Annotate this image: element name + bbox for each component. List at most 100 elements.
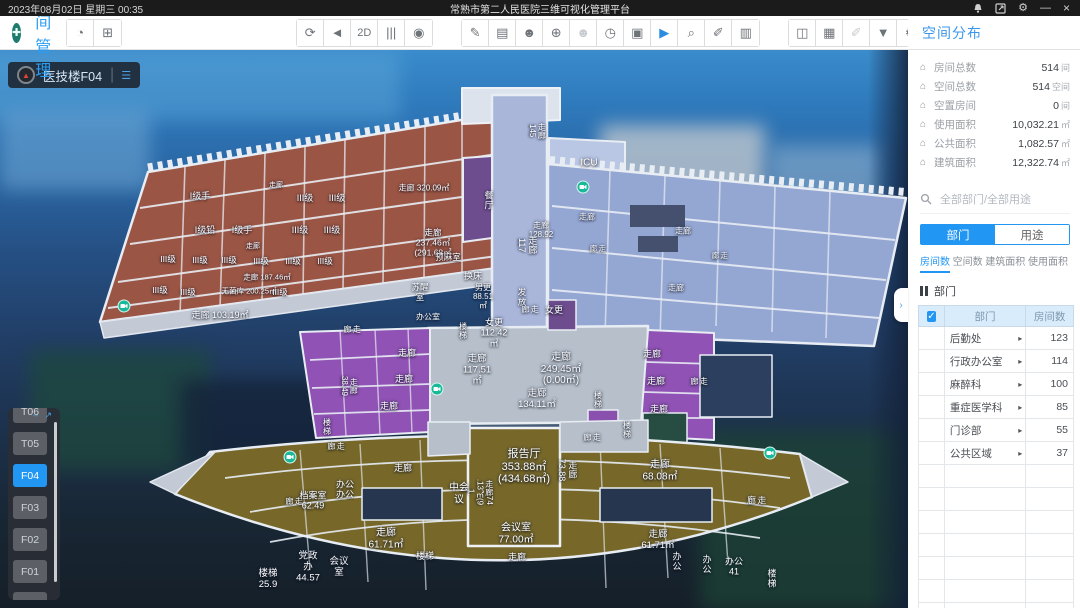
section-header: 部门 <box>920 283 1068 299</box>
camera-marker[interactable] <box>431 383 444 396</box>
search-tool-icon[interactable]: ⌕ <box>678 20 705 46</box>
camera-marker[interactable] <box>284 451 297 464</box>
toolbar: ⟳◄2D|||◉✎▤☻⊕☻◷▣▶⌕✐▥◫▦✐▼⚙ <box>282 19 925 47</box>
compass-icon: ▲ <box>17 66 35 84</box>
select-all-checkbox[interactable]: ✓ <box>927 311 935 322</box>
expand-arrow-icon[interactable]: ▸ <box>1018 357 1022 366</box>
table-row[interactable]: 麻醉科▸100 <box>919 373 1074 396</box>
table-row[interactable]: 行政办公室▸114 <box>919 350 1074 373</box>
select-arrow-icon[interactable]: ◄ <box>324 20 351 46</box>
close-icon[interactable]: × <box>1063 0 1070 16</box>
subtab-建筑面积[interactable]: 建筑面积 <box>985 253 1025 273</box>
scene-3d[interactable]: I级手III级III级走廊走廊 320.09㎡I级铅I级手III级III级走廊I… <box>0 50 908 608</box>
image-flag-icon[interactable]: ▣ <box>624 20 651 46</box>
dept-cell: 麻醉科▸ <box>944 373 1025 396</box>
minimize-icon[interactable]: — <box>1040 0 1051 16</box>
pie-chart-icon[interactable]: ◔ <box>67 20 94 46</box>
globe-icon[interactable]: ⊕ <box>543 20 570 46</box>
camera-marker[interactable] <box>118 300 131 313</box>
mode-2d-icon[interactable]: 2D <box>351 20 378 46</box>
people-icon[interactable]: ☻ <box>516 20 543 46</box>
table-row[interactable]: 门诊部 ▸ 55 <box>919 419 1074 442</box>
table-row[interactable]: 公共区域▸37 <box>919 442 1074 465</box>
toolbar-group-1: ✎▤☻⊕☻◷▣▶⌕✐▥ <box>461 19 760 47</box>
bell-icon[interactable] <box>973 3 983 14</box>
dept-name-text: 门诊部 <box>950 423 982 438</box>
dept-name: 重症医学科▸ <box>945 400 1025 415</box>
expand-arrow-icon[interactable]: ▸ <box>1018 403 1022 412</box>
table-row-empty <box>919 465 1074 488</box>
table-icon[interactable]: ▦ <box>816 20 843 46</box>
expand-arrow-icon[interactable]: ▸ <box>1018 426 1022 435</box>
building-icon: ⌂ <box>920 138 934 149</box>
search-icon <box>920 193 932 205</box>
stat-label: 空置房间 <box>934 98 976 113</box>
app-header: ✚ 空间管理 ◔⊞ ⟳◄2D|||◉✎▤☻⊕☻◷▣▶⌕✐▥◫▦✐▼⚙ <box>0 16 908 50</box>
history-clock-icon[interactable]: ◷ <box>597 20 624 46</box>
camera-marker[interactable] <box>764 447 777 460</box>
floor-selector[interactable]: – ↗ T06T05F04F03F02F01B01 <box>8 408 60 600</box>
floor-scrollbar[interactable] <box>54 422 57 582</box>
table-row-empty <box>919 557 1074 580</box>
table-row[interactable]: 重症医学科▸85 <box>919 396 1074 419</box>
apps-grid-icon[interactable]: ⊞ <box>94 20 121 46</box>
os-titlebar: 2023年08月02日 星期三 00:35 常熟市第二人民医院三维可视化管理平台… <box>0 0 1080 16</box>
dept-count: 37 <box>1026 442 1074 465</box>
reset-view-icon[interactable]: ⟳ <box>297 20 324 46</box>
floor-btn-T05[interactable]: T05 <box>13 432 47 455</box>
camera-marker[interactable] <box>577 181 590 194</box>
floor-btn-F04[interactable]: F04 <box>13 464 47 487</box>
swatch-cell <box>919 373 945 396</box>
panel-collapse-handle[interactable]: › <box>894 288 908 322</box>
dept-name: 后勤处▸ <box>945 331 1025 346</box>
tab-usage[interactable]: 用途 <box>995 225 1069 244</box>
stat-row-3: ⌂使用面积10,032.21㎡ <box>920 115 1070 134</box>
search-box[interactable]: 全部部门/全部用途 <box>920 184 1070 214</box>
expand-arrow-icon[interactable]: ▸ <box>1018 449 1022 458</box>
filter-icon[interactable]: ▼ <box>870 20 897 46</box>
id-card-icon[interactable]: ▤ <box>489 20 516 46</box>
screenshot-icon[interactable] <box>995 3 1006 14</box>
divider: | <box>110 66 114 84</box>
swatch-cell <box>919 350 945 373</box>
dept-count: 55 <box>1026 419 1074 442</box>
floor-explode-icon[interactable]: ||| <box>378 20 405 46</box>
table-row-empty <box>919 580 1074 603</box>
layers-icon[interactable]: ☰ <box>121 69 131 82</box>
stats-list: ⌂房间总数514间⌂空间总数514空间⌂空置房间0间⌂使用面积10,032.21… <box>908 50 1080 176</box>
quick-icon-group: ◔⊞ <box>66 19 122 47</box>
stat-unit: ㎡ <box>1061 156 1070 169</box>
table-row[interactable]: 后勤处▸123 <box>919 327 1074 350</box>
visibility-icon[interactable]: ◉ <box>405 20 432 46</box>
floor-btn-F02[interactable]: F02 <box>13 528 47 551</box>
table-row-empty <box>919 488 1074 511</box>
stats-icon[interactable]: ▥ <box>732 20 759 46</box>
stat-unit: 间 <box>1061 61 1070 74</box>
stat-value: 0 <box>1053 100 1059 112</box>
tab-department[interactable]: 部门 <box>921 225 995 244</box>
expand-arrow-icon[interactable]: ▸ <box>1018 380 1022 389</box>
floor-btn-F03[interactable]: F03 <box>13 496 47 519</box>
camera-icon[interactable]: ▶ <box>651 20 678 46</box>
building-label-pill[interactable]: ▲ 医技楼F04 | ☰ <box>8 62 140 88</box>
floor-btn-F01[interactable]: F01 <box>13 560 47 583</box>
stat-label: 空间总数 <box>934 79 976 94</box>
stat-unit: ㎡ <box>1061 118 1070 131</box>
edit-icon[interactable]: ✐ <box>705 20 732 46</box>
expand-arrow-icon[interactable]: ▸ <box>1018 334 1022 343</box>
subtab-空间数[interactable]: 空间数 <box>953 253 983 273</box>
dept-count: 100 <box>1026 373 1074 396</box>
floor-panel-controls[interactable]: – ↗ <box>33 410 54 421</box>
dept-name: 麻醉科▸ <box>945 377 1025 392</box>
subtab-使用面积[interactable]: 使用面积 <box>1028 253 1068 273</box>
dept-count: 114 <box>1026 350 1074 373</box>
department-table-body: 后勤处▸123行政办公室▸114麻醉科▸100重症医学科▸85门诊部▸55公共区… <box>919 327 1074 608</box>
dashboard-icon[interactable]: ◫ <box>789 20 816 46</box>
settings-icon[interactable]: ⚙ <box>1018 0 1028 16</box>
search-placeholder: 全部部门/全部用途 <box>940 191 1031 207</box>
measure-icon[interactable]: ✎ <box>462 20 489 46</box>
subtab-房间数[interactable]: 房间数 <box>920 253 950 273</box>
dept-cell: 重症医学科▸ <box>944 396 1025 419</box>
floor-btn-B01[interactable]: B01 <box>13 592 47 600</box>
floorplan[interactable] <box>0 50 908 608</box>
